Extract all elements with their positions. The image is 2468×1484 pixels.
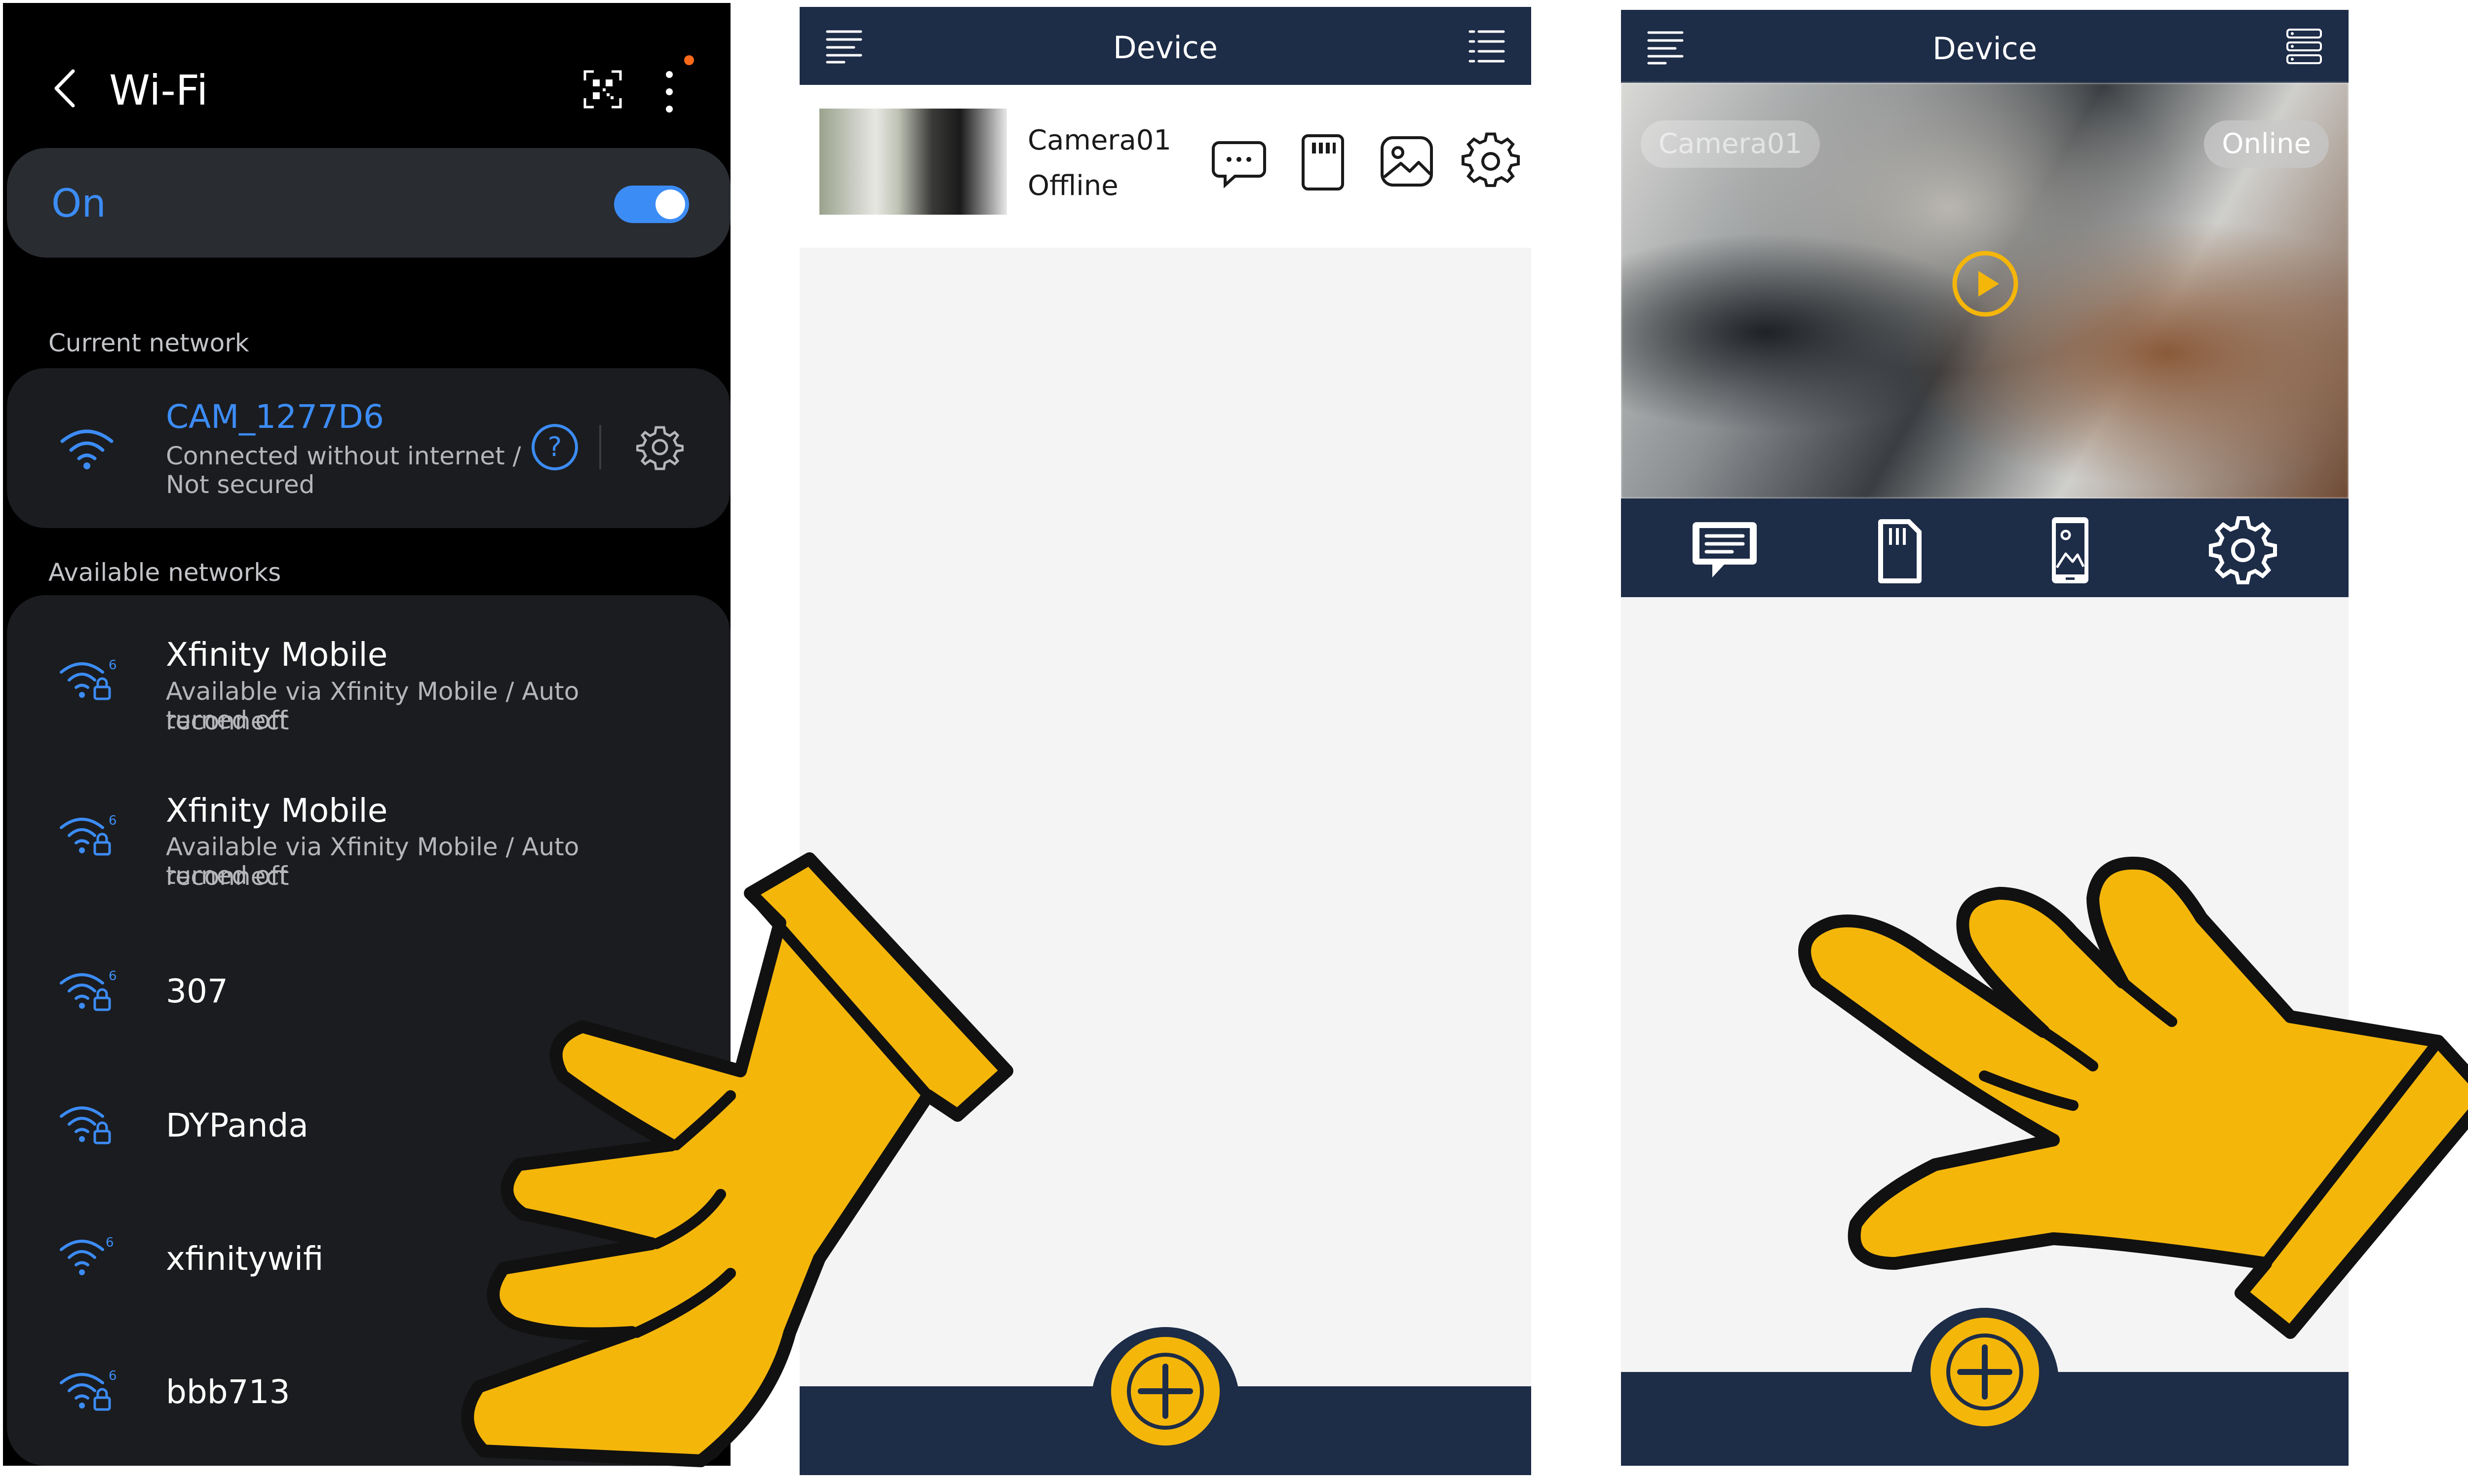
phone-gallery-icon[interactable] <box>2033 513 2107 587</box>
current-network-card[interactable]: CAM_1277D6 Connected without internet / … <box>7 368 731 528</box>
wifi-signal-icon <box>60 429 114 469</box>
wifi-locked-6-icon: 6 <box>60 1369 116 1411</box>
play-icon[interactable] <box>1951 249 2020 318</box>
nav-bar: Device <box>800 7 1531 85</box>
current-network-name: CAM_1277D6 <box>166 398 384 436</box>
wifi-locked-6-icon: 6 <box>60 969 116 1011</box>
camera-status: Offline <box>1028 170 1118 202</box>
camera-name-tag: Camera01 <box>1641 120 1820 168</box>
divider <box>599 425 601 469</box>
message-icon[interactable] <box>1688 513 1762 587</box>
wifi-locked-icon <box>60 1106 111 1144</box>
current-network-label: Current network <box>48 329 249 357</box>
network-name: DYPanda <box>166 1106 308 1144</box>
nav-title: Device <box>1932 31 2038 67</box>
svg-text:?: ? <box>548 431 562 462</box>
svg-text:6: 6 <box>109 813 116 828</box>
notification-dot <box>684 55 694 65</box>
page-title: Wi-Fi <box>109 66 208 114</box>
help-icon[interactable]: ? <box>530 422 579 472</box>
network-settings-gear-icon[interactable] <box>636 423 684 471</box>
online-status-badge: Online <box>2204 120 2329 168</box>
network-name: 307 <box>166 972 228 1010</box>
qr-scan-icon[interactable] <box>583 70 622 109</box>
grid-list-icon[interactable] <box>2284 28 2324 66</box>
gallery-icon[interactable] <box>1377 132 1436 191</box>
network-name: bbb713 <box>166 1373 290 1411</box>
wifi-locked-6-icon: 6 <box>60 658 116 700</box>
sd-card-icon[interactable] <box>1293 132 1352 191</box>
more-options-icon[interactable] <box>659 65 679 119</box>
gear-icon[interactable] <box>1461 132 1520 191</box>
svg-text:6: 6 <box>106 1235 114 1250</box>
svg-text:6: 6 <box>109 1369 116 1383</box>
wifi-toggle-switch[interactable] <box>614 186 689 223</box>
sd-card-icon[interactable] <box>1860 513 1934 587</box>
list-view-icon[interactable] <box>1467 27 1506 65</box>
nav-bar: Device <box>1621 10 2349 83</box>
wifi-locked-6-icon: 6 <box>60 813 116 856</box>
network-subtitle-2: turned off <box>166 706 288 734</box>
svg-text:6: 6 <box>109 658 116 673</box>
nav-title: Device <box>1113 30 1218 66</box>
back-arrow-icon[interactable] <box>48 66 83 111</box>
plus-icon <box>1127 1353 1204 1430</box>
camera-thumbnail[interactable] <box>819 109 1007 215</box>
wifi-toggle-card[interactable]: On <box>7 148 731 258</box>
pointing-hand-icon <box>461 852 1013 1467</box>
current-network-status-1: Connected without internet / <box>166 442 521 470</box>
gear-icon[interactable] <box>2206 513 2280 587</box>
network-name: Xfinity Mobile <box>166 792 388 830</box>
network-name: xfinitywifi <box>166 1240 324 1278</box>
device-row[interactable]: Camera01 Offline <box>800 85 1531 248</box>
message-icon[interactable] <box>1209 132 1269 191</box>
wifi-6-icon: 6 <box>60 1235 114 1275</box>
available-networks-label: Available networks <box>48 558 281 587</box>
wifi-header: Wi-Fi <box>3 3 731 166</box>
current-network-status-2: Not secured <box>166 470 315 499</box>
pointing-hand-icon <box>1798 856 2468 1339</box>
network-item[interactable]: 6 Xfinity Mobile Available via Xfinity M… <box>7 610 731 758</box>
camera-name: Camera01 <box>1028 124 1172 156</box>
add-device-button[interactable] <box>1111 1337 1220 1446</box>
action-bar <box>1621 498 2349 597</box>
toggle-knob <box>656 190 685 219</box>
network-name: Xfinity Mobile <box>166 636 388 674</box>
svg-text:6: 6 <box>109 969 116 984</box>
wifi-toggle-label: On <box>51 182 106 226</box>
